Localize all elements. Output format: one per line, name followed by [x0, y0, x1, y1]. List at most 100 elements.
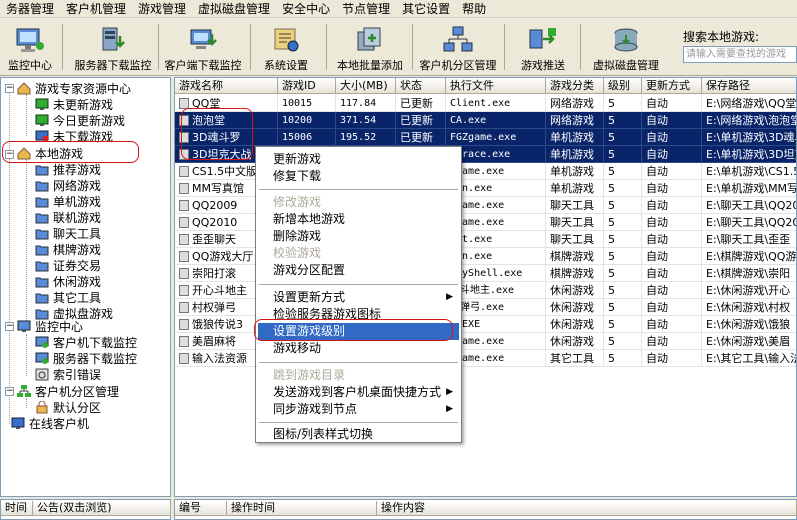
- menu-add-local-game[interactable]: 新增本地游戏: [258, 211, 459, 228]
- tree-item-recommended[interactable]: 推荐游戏: [35, 161, 101, 177]
- column-header[interactable]: 游戏分类: [546, 78, 604, 94]
- col-op-content[interactable]: 操作内容: [377, 501, 797, 516]
- monitor-center-button[interactable]: 监控中心: [2, 21, 58, 73]
- table-cell: E:\单机游戏\3D坦克大战: [702, 146, 796, 163]
- tree-item-index-error[interactable]: 索引错误: [35, 366, 101, 382]
- table-cell: 聊天工具: [546, 214, 604, 231]
- menu-verify-icons[interactable]: 检验服务器游戏图标: [258, 306, 459, 323]
- column-header[interactable]: 状态: [396, 78, 446, 94]
- menu-client[interactable]: 客户机管理: [60, 0, 132, 17]
- menu-vdisk[interactable]: 虚拟磁盘管理: [192, 0, 276, 17]
- table-cell: CA.exe: [446, 112, 546, 129]
- column-header[interactable]: 游戏ID: [278, 78, 336, 94]
- monitor-icon: [17, 320, 31, 333]
- table-cell: 聊天工具: [546, 231, 604, 248]
- col-time[interactable]: 时间: [1, 501, 33, 516]
- table-row[interactable]: QQ堂 10015 117.84 已更新 Client.exe 网络游戏 5 自动 E:\网络游…: [175, 95, 796, 112]
- column-header[interactable]: 级别: [604, 78, 642, 94]
- table-cell: 单机游戏: [546, 180, 604, 197]
- col-notice[interactable]: 公告(双击浏览): [33, 501, 171, 516]
- menu-sync-node[interactable]: 同步游戏到节点 ▶: [258, 401, 459, 418]
- client-partition-button[interactable]: 客户机分区管理: [418, 21, 498, 73]
- tree-item-online-clients[interactable]: 在线客户机: [11, 415, 89, 431]
- table-cell: 自动: [642, 350, 702, 367]
- col-number[interactable]: 编号: [175, 501, 227, 516]
- table-row[interactable]: 泡泡堂 10200 371.54 已更新 CA.exe 网络游戏 5 自动 E:\网络游戏\泡泡…: [175, 112, 796, 129]
- tree-item-local-games[interactable]: 本地游戏: [17, 145, 83, 161]
- menu-game[interactable]: 游戏管理: [132, 0, 192, 17]
- menu-bar: 务器管理 客户机管理 游戏管理 虚拟磁盘管理 安全中心 节点管理 其它设置 帮助: [0, 0, 797, 18]
- tree-item-today-updated[interactable]: 今日更新游戏: [35, 112, 125, 128]
- tree-item-online-games[interactable]: 网络游戏: [35, 177, 101, 193]
- green-monitor-icon: [35, 98, 49, 111]
- menu-partition-config[interactable]: 游戏分区配置: [258, 262, 459, 279]
- settings-icon: [271, 26, 301, 54]
- game-icon: [179, 217, 189, 228]
- game-icon: [179, 98, 189, 109]
- folder-icon: [35, 291, 49, 304]
- table-cell: E:\网络游戏\QQ堂: [702, 95, 796, 112]
- expand-toggle-monitor[interactable]: −: [5, 322, 14, 331]
- menu-node[interactable]: 节点管理: [336, 0, 396, 17]
- table-cell: E:\其它工具\输入法: [702, 350, 796, 367]
- tree-item-lan-games[interactable]: 联机游戏: [35, 209, 101, 225]
- tree-item-chat-tools[interactable]: 聊天工具: [35, 225, 101, 241]
- column-header[interactable]: 保存路径: [702, 78, 796, 94]
- client-download-monitor-button[interactable]: 客户端下载监控: [162, 21, 244, 73]
- search-input[interactable]: 请输入需要查找的游戏: [683, 46, 797, 63]
- table-cell: 自动: [642, 180, 702, 197]
- menu-set-game-level[interactable]: 设置游戏级别: [258, 323, 459, 340]
- menu-repair-download[interactable]: 修复下载: [258, 168, 459, 185]
- table-cell: Client.exe: [446, 95, 546, 112]
- tree-item-casual-games[interactable]: 休闲游戏: [35, 273, 101, 289]
- table-cell: 单机游戏: [546, 129, 604, 146]
- system-settings-button[interactable]: 系统设置: [256, 21, 316, 73]
- menu-send-shortcut[interactable]: 发送游戏到客户机桌面快捷方式 ▶: [258, 384, 459, 401]
- expand-toggle-resource[interactable]: −: [5, 84, 14, 93]
- table-cell: 5: [604, 180, 642, 197]
- tree-item-not-downloaded[interactable]: 未下载游戏: [35, 128, 113, 144]
- col-op-time[interactable]: 操作时间: [227, 501, 377, 516]
- table-cell: 自动: [642, 146, 702, 163]
- column-header[interactable]: 执行文件: [446, 78, 546, 94]
- column-header[interactable]: 大小(MB): [336, 78, 396, 94]
- menu-help[interactable]: 帮助: [456, 0, 492, 17]
- table-cell: 5: [604, 350, 642, 367]
- menu-toggle-view[interactable]: 图标/列表样式切换: [258, 426, 459, 443]
- expand-toggle-partition[interactable]: −: [5, 387, 14, 396]
- table-cell: E:\棋牌游戏\QQ游戏: [702, 248, 796, 265]
- menu-server[interactable]: 务器管理: [0, 0, 60, 17]
- tree-item-other-tools[interactable]: 其它工具: [35, 289, 101, 305]
- menu-security[interactable]: 安全中心: [276, 0, 336, 17]
- table-cell: 已更新: [396, 95, 446, 112]
- column-header[interactable]: 游戏名称: [175, 78, 278, 94]
- table-row[interactable]: 3D魂斗罗 15006 195.52 已更新 FGZgame.exe 单机游戏 5 自动 E:\…: [175, 129, 796, 146]
- tree-item-board-games[interactable]: 棋牌游戏: [35, 241, 101, 257]
- table-cell: 5: [604, 95, 642, 112]
- tree-item-monitor-center[interactable]: 监控中心: [17, 318, 83, 334]
- table-cell: 3D魂斗罗: [175, 129, 278, 146]
- tree-item-client-partition[interactable]: 客户机分区管理: [17, 383, 119, 399]
- menu-move-game[interactable]: 游戏移动: [258, 340, 459, 357]
- virtual-disk-button[interactable]: 虚拟磁盘管理: [586, 21, 666, 73]
- column-header[interactable]: 更新方式: [642, 78, 702, 94]
- expand-toggle-local[interactable]: −: [5, 150, 14, 159]
- batch-add-local-button[interactable]: 本地批量添加: [334, 21, 406, 73]
- table-cell: E:\棋牌游戏\崇阳: [702, 265, 796, 282]
- tree-item-single-games[interactable]: 单机游戏: [35, 193, 101, 209]
- menu-delete-game[interactable]: 删除游戏: [258, 228, 459, 245]
- table-cell: 自动: [642, 333, 702, 350]
- tree-item-resource-center[interactable]: 游戏专家资源中心: [17, 80, 131, 96]
- tree-item-not-updated[interactable]: 未更新游戏: [35, 96, 113, 112]
- server-download-monitor-button[interactable]: 服务器下载监控: [72, 21, 154, 73]
- tree-item-client-download-monitor[interactable]: 客户机下载监控: [35, 334, 137, 350]
- tree-item-stock-trading[interactable]: 证券交易: [35, 257, 101, 273]
- tree-item-default-partition[interactable]: 默认分区: [35, 399, 101, 415]
- table-cell: 5: [604, 299, 642, 316]
- tree-item-server-download-monitor[interactable]: 服务器下载监控: [35, 350, 137, 366]
- game-push-button[interactable]: 游戏推送: [512, 21, 574, 73]
- menu-set-update-mode[interactable]: 设置更新方式 ▶: [258, 289, 459, 306]
- table-cell: 195.52: [336, 129, 396, 146]
- menu-other[interactable]: 其它设置: [396, 0, 456, 17]
- menu-update-game[interactable]: 更新游戏: [258, 151, 459, 168]
